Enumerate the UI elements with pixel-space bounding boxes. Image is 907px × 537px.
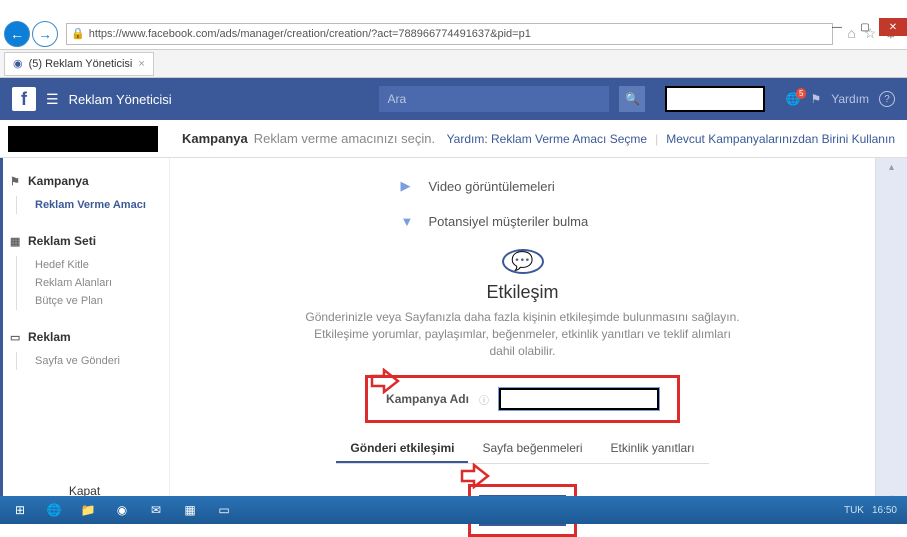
use-existing-campaign-link[interactable]: Mevcut Kampanyalarınızdan Birini Kullanı… — [666, 132, 895, 146]
sidebar-section-ad[interactable]: ▭Reklam — [10, 330, 159, 344]
info-icon[interactable]: ⓘ — [479, 392, 489, 407]
win-close[interactable]: ✕ — [879, 18, 907, 36]
funnel-icon: ▼ — [401, 214, 419, 229]
content-area: ▶ Video görüntülemeleri ▼ Potansiyel müş… — [170, 158, 875, 508]
video-icon: ▶ — [401, 178, 419, 194]
page-title: Kampanya — [182, 131, 248, 146]
help-link-objective[interactable]: Yardım: Reklam Verme Amacı Seçme — [447, 132, 648, 146]
right-scrollbar[interactable]: ▴ ▾ — [875, 158, 907, 508]
objective-label: Potansiyel müşteriler bulma — [429, 214, 589, 229]
tab-close-icon[interactable]: × — [138, 58, 144, 70]
sidebar-item-objective[interactable]: Reklam Verme Amacı — [35, 196, 159, 214]
tab-event-responses[interactable]: Etkinlik yanıtları — [597, 435, 709, 463]
tab-title: (5) Reklam Yöneticisi — [29, 58, 133, 70]
taskbar-lang[interactable]: TUK — [844, 505, 864, 516]
ad-account-select[interactable] — [8, 126, 158, 152]
objective-label: Video görüntülemeleri — [429, 179, 555, 194]
engagement-description: Gönderinizle veya Sayfanızla daha fazla … — [303, 309, 743, 359]
fb-top-bar: f ☰ Reklam Yöneticisi 🔍 🌐5 ⚑ Yardım ? — [0, 78, 907, 120]
notifications-icon[interactable]: 🌐5 — [785, 92, 800, 106]
sidebar-item-placements[interactable]: Reklam Alanları — [35, 274, 159, 292]
windows-taskbar: ⊞ 🌐 📁 ◉ ✉ ▦ ▭ TUK 16:50 — [0, 496, 907, 524]
taskbar-explorer[interactable]: 📁 — [72, 498, 104, 522]
arrow-right-icon: → — [38, 26, 52, 42]
help-label[interactable]: Yardım — [831, 92, 869, 106]
taskbar-chrome[interactable]: ◉ — [106, 498, 138, 522]
taskbar-ie[interactable]: 🌐 — [38, 498, 70, 522]
lock-icon: 🔒 — [71, 27, 85, 40]
flag-icon[interactable]: ⚑ — [810, 92, 821, 106]
tab-favicon: ◉ — [13, 57, 23, 70]
taskbar-app2[interactable]: ▭ — [208, 498, 240, 522]
start-button[interactable]: ⊞ — [4, 498, 36, 522]
campaign-name-label: Kampanya Adı — [386, 392, 469, 406]
campaign-name-input[interactable] — [499, 388, 659, 410]
tab-page-likes[interactable]: Sayfa beğenmeleri — [468, 435, 596, 463]
forward-button[interactable]: → — [32, 21, 58, 47]
link-separator: | — [655, 132, 658, 146]
taskbar-outlook[interactable]: ✉ — [140, 498, 172, 522]
browser-tabs: ◉ (5) Reklam Yöneticisi × — [0, 50, 907, 78]
grid-icon: ▦ — [10, 235, 22, 248]
back-button[interactable]: ← — [4, 21, 30, 47]
win-minimize[interactable]: — — [823, 18, 851, 36]
objective-video-views[interactable]: ▶ Video görüntülemeleri — [393, 168, 653, 204]
arrow-left-icon: ← — [10, 26, 24, 42]
engagement-title: Etkileşim — [486, 282, 558, 303]
taskbar-app[interactable]: ▦ — [174, 498, 206, 522]
scroll-up-icon[interactable]: ▴ — [889, 162, 894, 173]
win-maximize[interactable]: ▢ — [851, 18, 879, 36]
sidebar-section-campaign[interactable]: ⚑Kampanya — [10, 174, 159, 188]
help-icon[interactable]: ? — [879, 91, 895, 107]
ad-icon: ▭ — [10, 331, 22, 344]
sidebar-section-adset[interactable]: ▦Reklam Seti — [10, 234, 159, 248]
tab-post-engagement[interactable]: Gönderi etkileşimi — [336, 435, 468, 463]
sub-header: Kampanya Reklam verme amacınızı seçin. Y… — [0, 120, 907, 158]
search-button[interactable]: 🔍 — [619, 86, 645, 112]
url-bar[interactable]: 🔒 https://www.facebook.com/ads/manager/c… — [66, 23, 833, 45]
browser-nav-bar: ← → 🔒 https://www.facebook.com/ads/manag… — [0, 18, 907, 50]
fb-section-title: Reklam Yöneticisi — [69, 92, 172, 107]
campaign-name-row: Kampanya Adı ⓘ — [365, 375, 680, 423]
sidebar: ⚑Kampanya Reklam Verme Amacı ▦Reklam Set… — [0, 158, 170, 508]
browser-tab[interactable]: ◉ (5) Reklam Yöneticisi × — [4, 52, 154, 76]
sidebar-item-audience[interactable]: Hedef Kitle — [35, 256, 159, 274]
search-icon: 🔍 — [625, 92, 640, 106]
search-input[interactable] — [379, 86, 609, 112]
annotation-arrow — [460, 463, 490, 489]
sidebar-item-budget[interactable]: Bütçe ve Plan — [35, 292, 159, 310]
fb-logo[interactable]: f — [12, 87, 36, 111]
flag-icon: ⚑ — [10, 175, 22, 188]
taskbar-time[interactable]: 16:50 — [872, 505, 897, 516]
engagement-icon: 💬 — [502, 249, 544, 274]
sidebar-item-page-post[interactable]: Sayfa ve Gönderi — [35, 352, 159, 370]
page-subtitle: Reklam verme amacınızı seçin. — [254, 131, 435, 146]
url-text: https://www.facebook.com/ads/manager/cre… — [89, 28, 531, 40]
objective-lead-gen[interactable]: ▼ Potansiyel müşteriler bulma — [393, 204, 653, 239]
account-selector[interactable] — [665, 86, 765, 112]
engagement-type-tabs: Gönderi etkileşimi Sayfa beğenmeleri Etk… — [336, 435, 708, 464]
hamburger-icon[interactable]: ☰ — [46, 91, 59, 108]
notification-badge: 5 — [796, 88, 806, 99]
